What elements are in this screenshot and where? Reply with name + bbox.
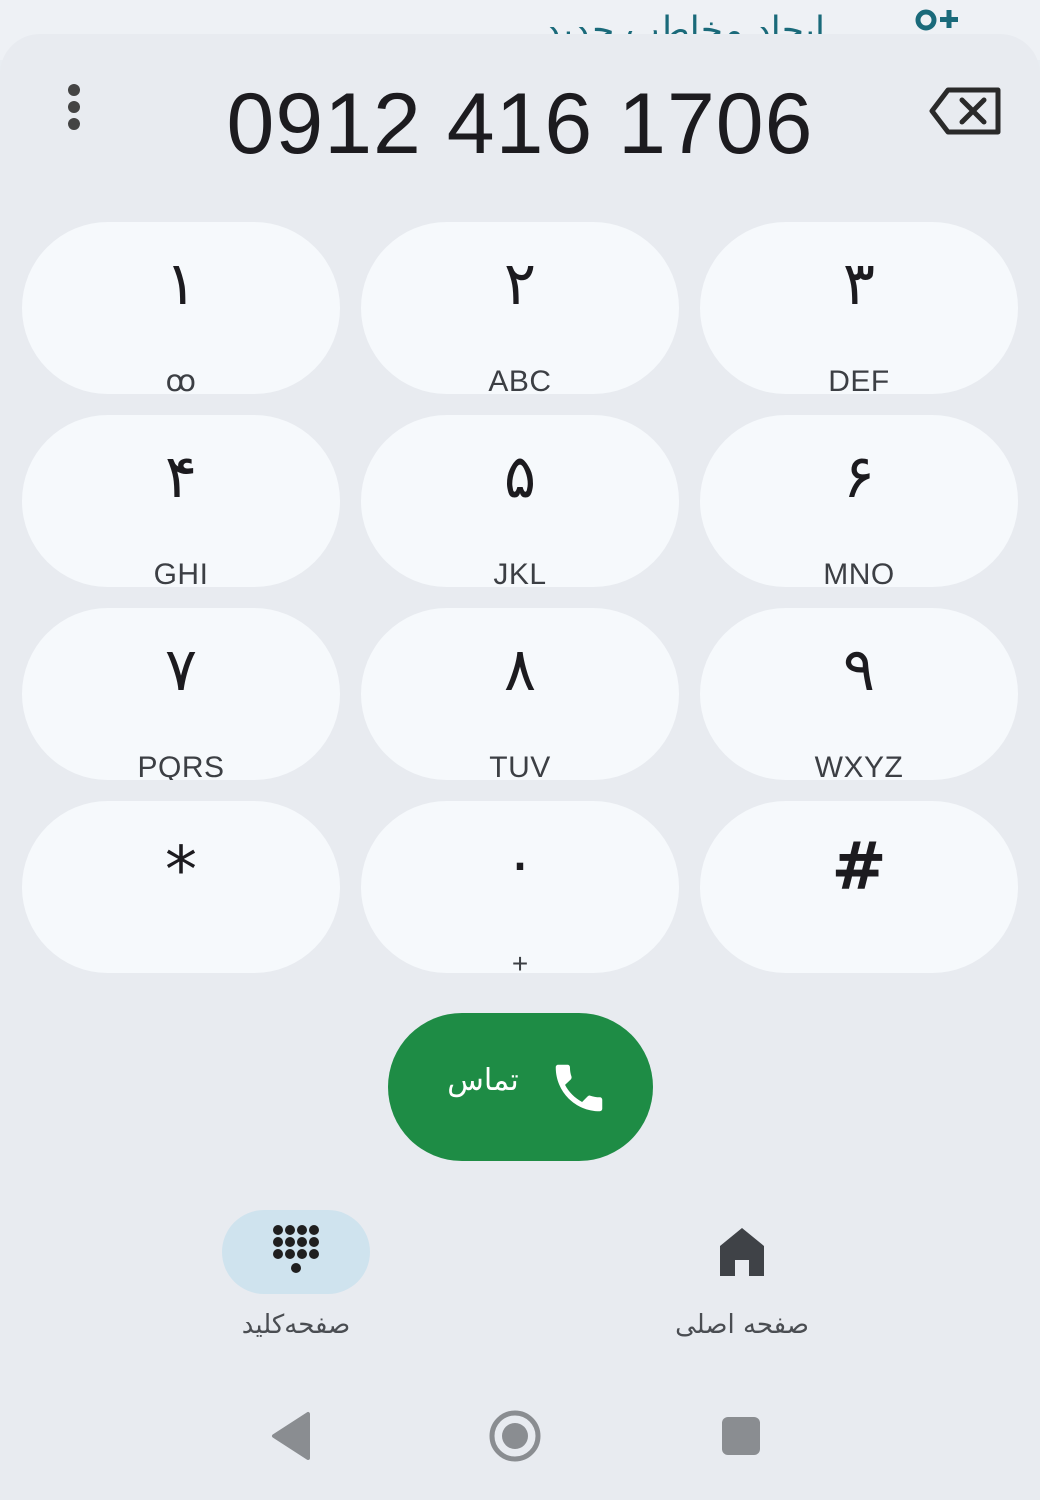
key-digit: ۰ (503, 828, 537, 898)
dialed-number[interactable]: 0912 416 1706 (120, 74, 920, 174)
key-pound[interactable]: # (700, 801, 1018, 973)
phone-icon (555, 1064, 603, 1112)
dialer-screen: ایجاد مخاطب جدید 0912 416 1706 ۱ ꝏ ۲ ABC (0, 0, 1040, 1500)
key-2[interactable]: ۲ ABC (361, 222, 679, 394)
key-letters: WXYZ (814, 751, 904, 780)
key-letters: GHI (153, 558, 209, 587)
key-letters: DEF (828, 365, 890, 394)
key-3[interactable]: ۳ DEF (700, 222, 1018, 394)
key-5[interactable]: ۵ JKL (361, 415, 679, 587)
key-digit: ۹ (842, 635, 876, 705)
key-6[interactable]: ۶ MNO (700, 415, 1018, 587)
key-4[interactable]: ۴ GHI (22, 415, 340, 587)
nav-label-home: صفحه اصلی (675, 1310, 809, 1340)
key-letters: ABC (488, 365, 552, 394)
key-letters: TUV (489, 751, 551, 780)
key-letters: MNO (823, 558, 895, 587)
key-7[interactable]: ۷ PQRS (22, 608, 340, 780)
key-digit: # (831, 828, 887, 905)
key-digit: * (165, 834, 197, 908)
more-vert-icon[interactable] (44, 80, 104, 140)
key-9[interactable]: ۹ WXYZ (700, 608, 1018, 780)
key-digit: ۱ (164, 249, 198, 319)
call-label: تماس (447, 1063, 519, 1098)
home-icon (720, 1228, 764, 1276)
dialpad-sheet: 0912 416 1706 ۱ ꝏ ۲ ABC ۳ DEF ۴ GHI ۵ JK… (0, 34, 1040, 1500)
key-digit: ۸ (503, 635, 537, 705)
dialpad-icon (273, 1225, 319, 1273)
backspace-icon[interactable] (926, 80, 1006, 140)
call-button[interactable]: تماس (388, 1013, 653, 1161)
key-1[interactable]: ۱ ꝏ (22, 222, 340, 394)
key-0-plus-label: + (511, 948, 529, 979)
key-digit: ۲ (503, 249, 537, 319)
key-digit: ۶ (842, 442, 876, 512)
key-digit: ۵ (503, 442, 537, 512)
key-star[interactable]: * (22, 801, 340, 973)
recents-square-icon[interactable] (706, 1400, 776, 1470)
key-letters: JKL (493, 558, 547, 587)
voicemail-icon: ꝏ (165, 365, 197, 394)
key-digit: ۷ (164, 635, 198, 705)
key-8[interactable]: ۸ TUV (361, 608, 679, 780)
key-digit: ۳ (842, 249, 876, 319)
back-triangle-icon[interactable] (256, 1400, 326, 1470)
nav-item-keypad[interactable]: صفحه‌کلید (196, 1210, 396, 1350)
key-digit: ۴ (164, 442, 198, 512)
nav-label-keypad: صفحه‌کلید (241, 1310, 351, 1340)
nav-item-home[interactable]: صفحه اصلی (642, 1210, 842, 1350)
key-letters: PQRS (137, 751, 225, 780)
home-circle-icon[interactable] (480, 1400, 550, 1470)
